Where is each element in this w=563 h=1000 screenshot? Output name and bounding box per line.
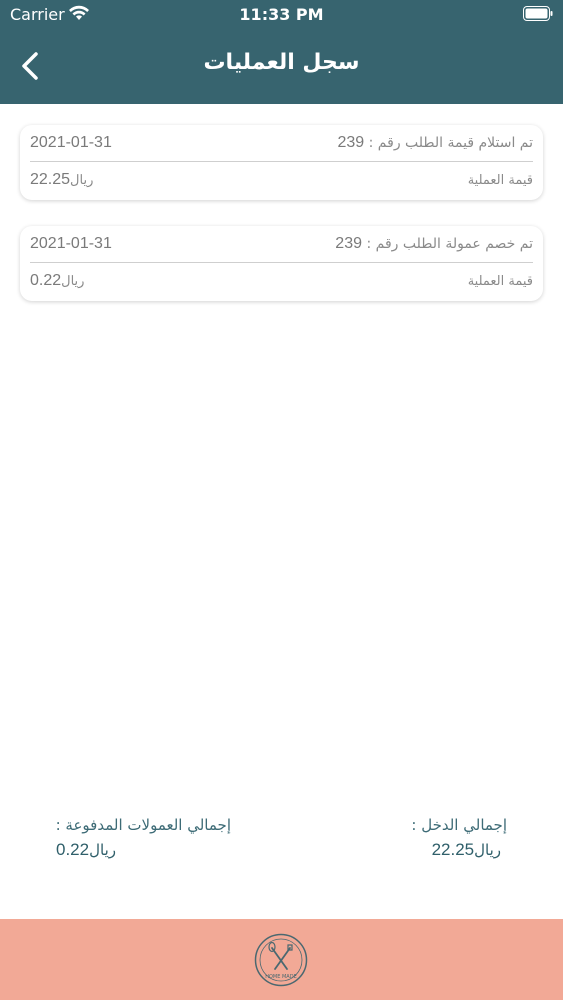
nav-bar: سجل العمليات [0,30,563,104]
transaction-row-top: 2021-01-31 تم استلام قيمة الطلب رقم : 23… [30,125,533,162]
currency-label: ريال [70,172,94,187]
battery-icon [523,6,553,21]
transaction-amount-group: ريال22.25 [30,171,107,189]
transaction-date: 2021-01-31 [30,134,112,151]
transaction-row-top: 2021-01-31 تم خصم عمولة الطلب رقم : 239 [30,226,533,263]
total-income-amount: 22.25 [431,840,475,859]
total-income-value: ريال22.25 [432,840,507,860]
transaction-amount: 22.25 [30,171,71,188]
transaction-row-bottom: ريال22.25 قيمة العملية [30,161,533,199]
transaction-amount-group: ريال0.22 [30,272,98,290]
footer-bar: HOME MADE [0,919,563,1000]
transaction-row-bottom: ريال0.22 قيمة العملية [30,262,533,300]
transaction-description: تم خصم عمولة الطلب رقم : 239 [335,235,533,253]
total-commission-label: إجمالي العمولات المدفوعة : [55,816,231,834]
total-commission-value: ريال0.22 [56,840,122,860]
transaction-description-text: تم استلام قيمة الطلب رقم : [368,135,533,151]
currency-label: ريال [474,841,501,859]
page-title: سجل العمليات [203,50,360,75]
transaction-card[interactable]: 2021-01-31 تم استلام قيمة الطلب رقم : 23… [20,125,543,200]
operation-value-label: قيمة العملية [467,173,533,188]
app-header: Carrier 11:33 PM سجل العمليات [0,0,563,104]
total-income-label: إجمالي الدخل : [411,816,507,834]
transaction-amount: 0.22 [30,272,62,289]
home-made-logo: HOME MADE [254,933,308,987]
currency-label: ريال [89,841,116,859]
order-number: 239 [335,235,362,252]
transaction-card[interactable]: 2021-01-31 تم خصم عمولة الطلب رقم : 239 … [20,226,543,301]
transaction-date: 2021-01-31 [30,235,112,252]
logo-text: HOME MADE [265,974,297,980]
transaction-description-text: تم خصم عمولة الطلب رقم : [366,236,533,252]
transaction-description: تم استلام قيمة الطلب رقم : 239 [337,134,533,152]
currency-label: ريال [61,273,85,288]
status-time: 11:33 PM [239,5,324,24]
status-bar: Carrier 11:33 PM [0,0,563,30]
total-commission-amount: 0.22 [56,840,90,859]
order-number: 239 [337,134,365,151]
operation-value-label: قيمة العملية [467,274,533,289]
